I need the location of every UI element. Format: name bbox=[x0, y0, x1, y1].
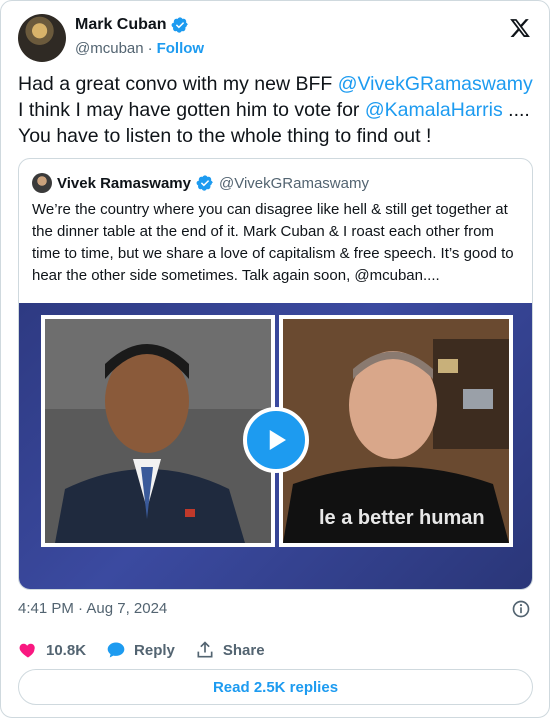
reply-label: Reply bbox=[134, 641, 175, 659]
verified-badge-icon bbox=[171, 17, 188, 33]
person-illustration bbox=[45, 319, 271, 543]
read-replies-button[interactable]: Read 2.5K replies bbox=[18, 669, 533, 705]
timestamp[interactable]: 4:41 PM · Aug 7, 2024 bbox=[18, 600, 167, 617]
person-illustration: le a better human bbox=[283, 319, 509, 543]
mention-link[interactable]: @KamalaHarris bbox=[365, 99, 503, 121]
play-button[interactable] bbox=[243, 407, 309, 473]
tweet-text-segment: .... bbox=[502, 99, 530, 121]
avatar[interactable] bbox=[18, 14, 66, 62]
video-panel-right: le a better human bbox=[279, 315, 513, 547]
action-bar: 10.8K Reply Share bbox=[18, 640, 285, 660]
author-name[interactable]: Mark Cuban bbox=[75, 16, 167, 34]
quoted-tweet-text: We’re the country where you can disagree… bbox=[32, 201, 514, 284]
video-thumbnail[interactable]: le a better human bbox=[19, 303, 532, 589]
like-count: 10.8K bbox=[46, 641, 87, 659]
tweet-card: Mark Cuban @mcuban · Follow Had a great … bbox=[0, 0, 550, 718]
info-icon[interactable] bbox=[511, 599, 531, 619]
share-label: Share bbox=[222, 641, 265, 659]
quoted-tweet-header: Vivek Ramaswamy @VivekGRamaswamy bbox=[32, 173, 369, 193]
reply-button[interactable]: Reply bbox=[106, 640, 175, 660]
tweet-line-2: I think I may have gotten him to vote fo… bbox=[18, 97, 538, 123]
tweet-line-1: Had a great convo with my new BFF @Vivek… bbox=[18, 71, 538, 97]
heart-icon bbox=[19, 643, 35, 658]
mention-link[interactable]: @VivekGRamaswamy bbox=[338, 73, 533, 95]
verified-badge-icon bbox=[196, 175, 213, 191]
tweet-text: Had a great convo with my new BFF @Vivek… bbox=[18, 71, 538, 149]
author-handle-row: @mcuban · Follow bbox=[75, 40, 204, 57]
reply-bubble-icon bbox=[107, 642, 125, 658]
video-panel-left bbox=[41, 315, 275, 547]
play-icon bbox=[269, 430, 286, 450]
follow-button[interactable]: Follow bbox=[157, 40, 205, 57]
like-button[interactable]: 10.8K bbox=[18, 640, 86, 660]
tweet-line-3: You have to listen to the whole thing to… bbox=[18, 125, 432, 147]
tweet-text-segment: Had a great convo with my new BFF bbox=[18, 73, 338, 95]
quoted-author-handle: @VivekGRamaswamy bbox=[218, 174, 369, 192]
share-button[interactable]: Share bbox=[195, 640, 265, 660]
share-icon bbox=[197, 641, 213, 658]
shirt-text: le a better human bbox=[319, 507, 485, 529]
tweet-text-segment: I think I may have gotten him to vote fo… bbox=[18, 99, 365, 121]
author-name-row: Mark Cuban bbox=[75, 16, 189, 34]
quoted-author-name: Vivek Ramaswamy bbox=[57, 174, 191, 192]
author-handle[interactable]: @mcuban bbox=[75, 40, 144, 57]
handle-separator: · bbox=[147, 40, 153, 57]
quoted-avatar bbox=[32, 173, 52, 193]
x-logo-icon[interactable] bbox=[509, 17, 531, 39]
quoted-tweet[interactable]: Vivek Ramaswamy @VivekGRamaswamy We’re t… bbox=[18, 158, 533, 590]
